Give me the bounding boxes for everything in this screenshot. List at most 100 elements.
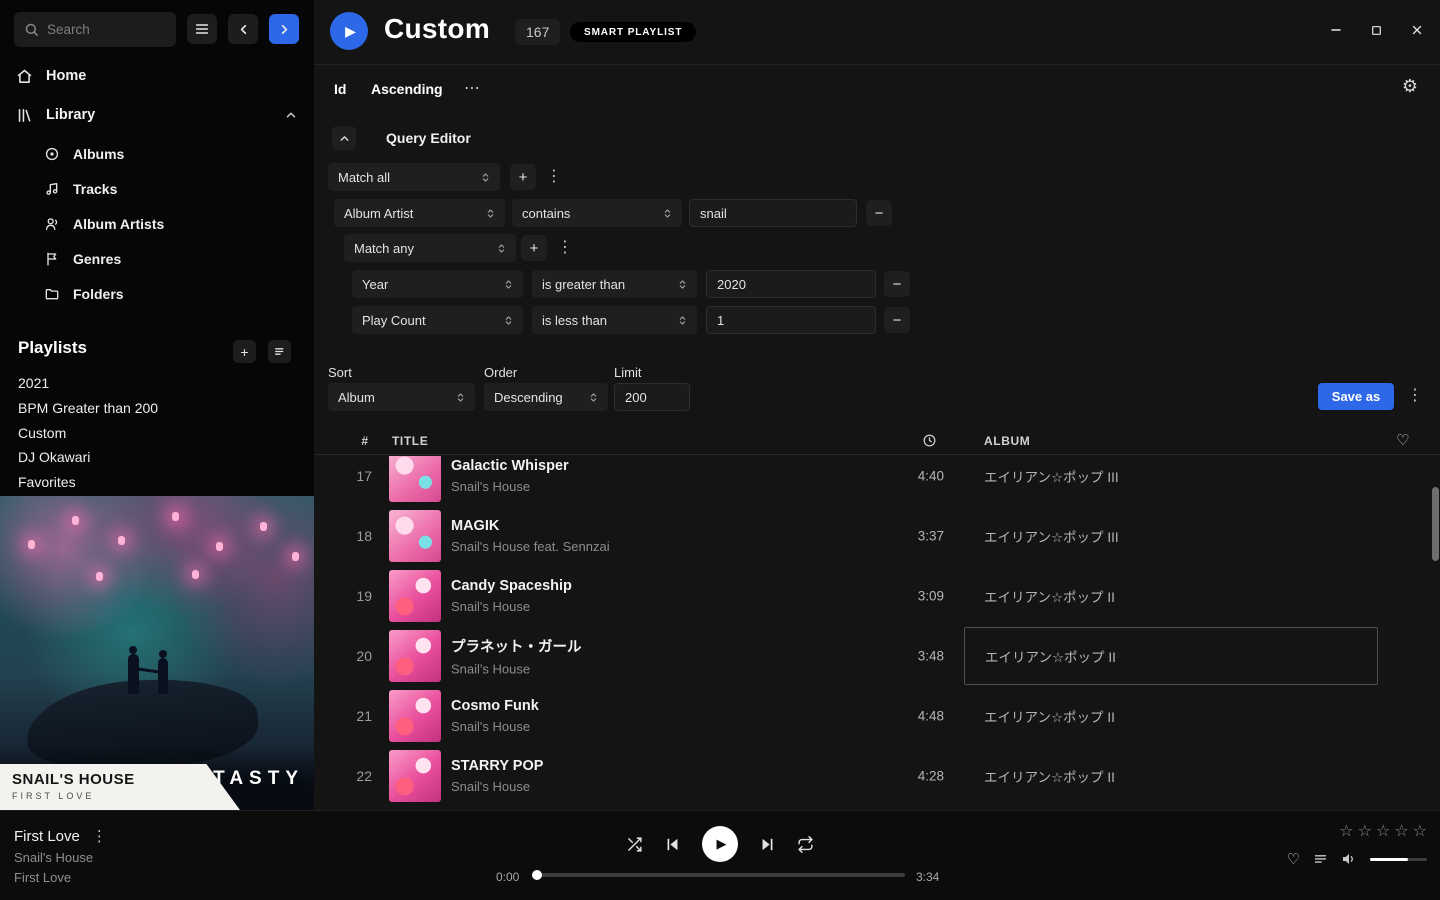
queue-button[interactable] (1313, 852, 1328, 867)
match-mode-select[interactable]: Match any (344, 234, 516, 262)
page-title: Custom (384, 13, 490, 45)
table-row[interactable]: 17 Galactic Whisper Snail's House 4:40 エ… (314, 456, 1440, 506)
menu-button[interactable] (187, 14, 217, 44)
group-menu-button[interactable]: ⋮ (557, 237, 573, 257)
sort-select[interactable]: Album (328, 383, 475, 411)
group-menu-button[interactable]: ⋮ (546, 166, 562, 186)
limit-input[interactable] (614, 383, 690, 411)
heart-icon[interactable]: ♡ (1396, 431, 1410, 449)
star-icon[interactable]: ☆ (1376, 821, 1390, 841)
sort-order-button[interactable]: Ascending (371, 81, 443, 97)
playlist-item[interactable]: DJ Okawari (18, 445, 90, 469)
seek-bar[interactable] (535, 873, 905, 877)
table-row[interactable]: 19 Candy Spaceship Snail's House 3:09 エイ… (314, 566, 1440, 626)
track-album-focused-cell[interactable]: エイリアン☆ポップ II (964, 627, 1378, 685)
search-input[interactable] (47, 22, 166, 37)
playlist-item[interactable]: Custom (18, 421, 66, 445)
star-icon[interactable]: ☆ (1413, 821, 1427, 841)
playlist-item[interactable]: 2021 (18, 371, 49, 395)
star-icon[interactable]: ☆ (1339, 821, 1353, 841)
rule-operator-select[interactable]: contains (512, 199, 682, 227)
track-artist: Snail's House (451, 479, 569, 494)
volume-slider[interactable] (1370, 858, 1427, 861)
rule-operator-select[interactable]: is greater than (532, 270, 697, 298)
volume-button[interactable] (1341, 851, 1357, 867)
search-box[interactable] (14, 12, 176, 47)
previous-track-button[interactable] (664, 836, 681, 853)
seek-handle[interactable] (532, 870, 542, 880)
rule-field-select[interactable]: Year (352, 270, 523, 298)
scrollbar-thumb[interactable] (1432, 487, 1439, 561)
table-row[interactable]: 21 Cosmo Funk Snail's House 4:48 エイリアン☆ポ… (314, 686, 1440, 746)
settings-button[interactable]: ⚙ (1402, 76, 1418, 97)
sidebar-item-albums[interactable]: Albums (0, 136, 314, 171)
kebab-icon: ⋮ (92, 828, 107, 845)
rule-field-select[interactable]: Album Artist (334, 199, 505, 227)
remove-rule-button[interactable]: − (884, 307, 910, 333)
save-as-button[interactable]: Save as (1318, 383, 1394, 410)
table-row[interactable]: 22 STARRY POP Snail's House 4:28 エイリアン☆ポ… (314, 746, 1440, 806)
sidebar-item-album-artists[interactable]: Album Artists (0, 206, 314, 241)
sidebar-item-home[interactable]: Home (0, 61, 314, 91)
window-controls (1329, 23, 1424, 37)
play-playlist-button[interactable]: ▶ (330, 12, 368, 50)
playlist-item[interactable]: BPM Greater than 200 (18, 396, 158, 420)
select-value: Match any (354, 241, 414, 256)
sidebar-item-folders[interactable]: Folders (0, 276, 314, 311)
rule-value-input[interactable] (706, 270, 876, 298)
back-button[interactable] (228, 14, 258, 44)
remove-rule-button[interactable]: − (884, 271, 910, 297)
add-rule-button[interactable]: + (521, 235, 547, 261)
kebab-icon: ⋮ (1407, 387, 1423, 404)
play-icon: ▶ (345, 23, 356, 40)
add-playlist-button[interactable]: + (233, 340, 256, 363)
collapse-query-editor-button[interactable] (332, 126, 356, 150)
repeat-button[interactable] (797, 836, 814, 853)
time-elapsed: 0:00 (496, 870, 519, 884)
save-menu-button[interactable]: ⋮ (1407, 385, 1423, 405)
add-rule-button[interactable]: + (510, 164, 536, 190)
more-options-button[interactable]: ⋯ (464, 78, 481, 98)
star-icon[interactable]: ☆ (1358, 821, 1372, 841)
maximize-button[interactable] (1370, 24, 1383, 37)
playlist-item[interactable]: Favorites (18, 470, 76, 494)
lantern-decoration (96, 572, 103, 581)
sidebar-item-library[interactable]: Library (0, 100, 314, 130)
sort-label: Sort (328, 365, 352, 380)
rule-field-select[interactable]: Play Count (352, 306, 523, 334)
table-row[interactable]: 18 MAGIK Snail's House feat. Sennzai 3:3… (314, 506, 1440, 566)
kebab-icon: ⋮ (546, 168, 562, 185)
rule-value-input[interactable] (689, 199, 857, 227)
track-number: 18 (342, 528, 372, 544)
forward-button[interactable] (269, 14, 299, 44)
remove-rule-button[interactable]: − (866, 200, 892, 226)
playlist-list-button[interactable] (268, 340, 291, 363)
match-mode-select[interactable]: Match all (328, 163, 500, 191)
column-album[interactable]: ALBUM (984, 434, 1030, 448)
table-row[interactable]: 20 プラネット・ガール Snail's House 3:48 エイリアン☆ポッ… (314, 626, 1440, 686)
sidebar-item-tracks[interactable]: Tracks (0, 171, 314, 206)
clock-icon[interactable] (922, 433, 937, 448)
rule-value-input[interactable] (706, 306, 876, 334)
track-duration: 3:09 (870, 589, 944, 604)
star-icon[interactable]: ☆ (1394, 821, 1408, 841)
artwork-figure (128, 654, 139, 694)
shuffle-button[interactable] (626, 836, 643, 853)
now-playing-artwork[interactable]: TASTY SNAIL'S HOUSE FIRST LOVE (0, 496, 314, 810)
order-select[interactable]: Descending (484, 383, 608, 411)
sort-field-button[interactable]: Id (334, 81, 346, 97)
column-title[interactable]: TITLE (392, 434, 428, 448)
minimize-button[interactable] (1329, 23, 1343, 37)
track-meta: STARRY POP Snail's House (451, 758, 543, 794)
sidebar-item-genres[interactable]: Genres (0, 241, 314, 276)
play-pause-button[interactable]: ▶ (702, 826, 738, 862)
column-number[interactable]: # (352, 434, 378, 448)
volume-fill (1370, 858, 1408, 861)
favorite-button[interactable]: ♡ (1287, 850, 1300, 868)
rule-operator-select[interactable]: is less than (532, 306, 697, 334)
now-playing-menu-button[interactable]: ⋮ (92, 827, 107, 845)
chevron-up-icon[interactable] (284, 108, 298, 122)
close-button[interactable] (1410, 23, 1424, 37)
next-track-button[interactable] (759, 836, 776, 853)
folder-icon (44, 286, 60, 302)
